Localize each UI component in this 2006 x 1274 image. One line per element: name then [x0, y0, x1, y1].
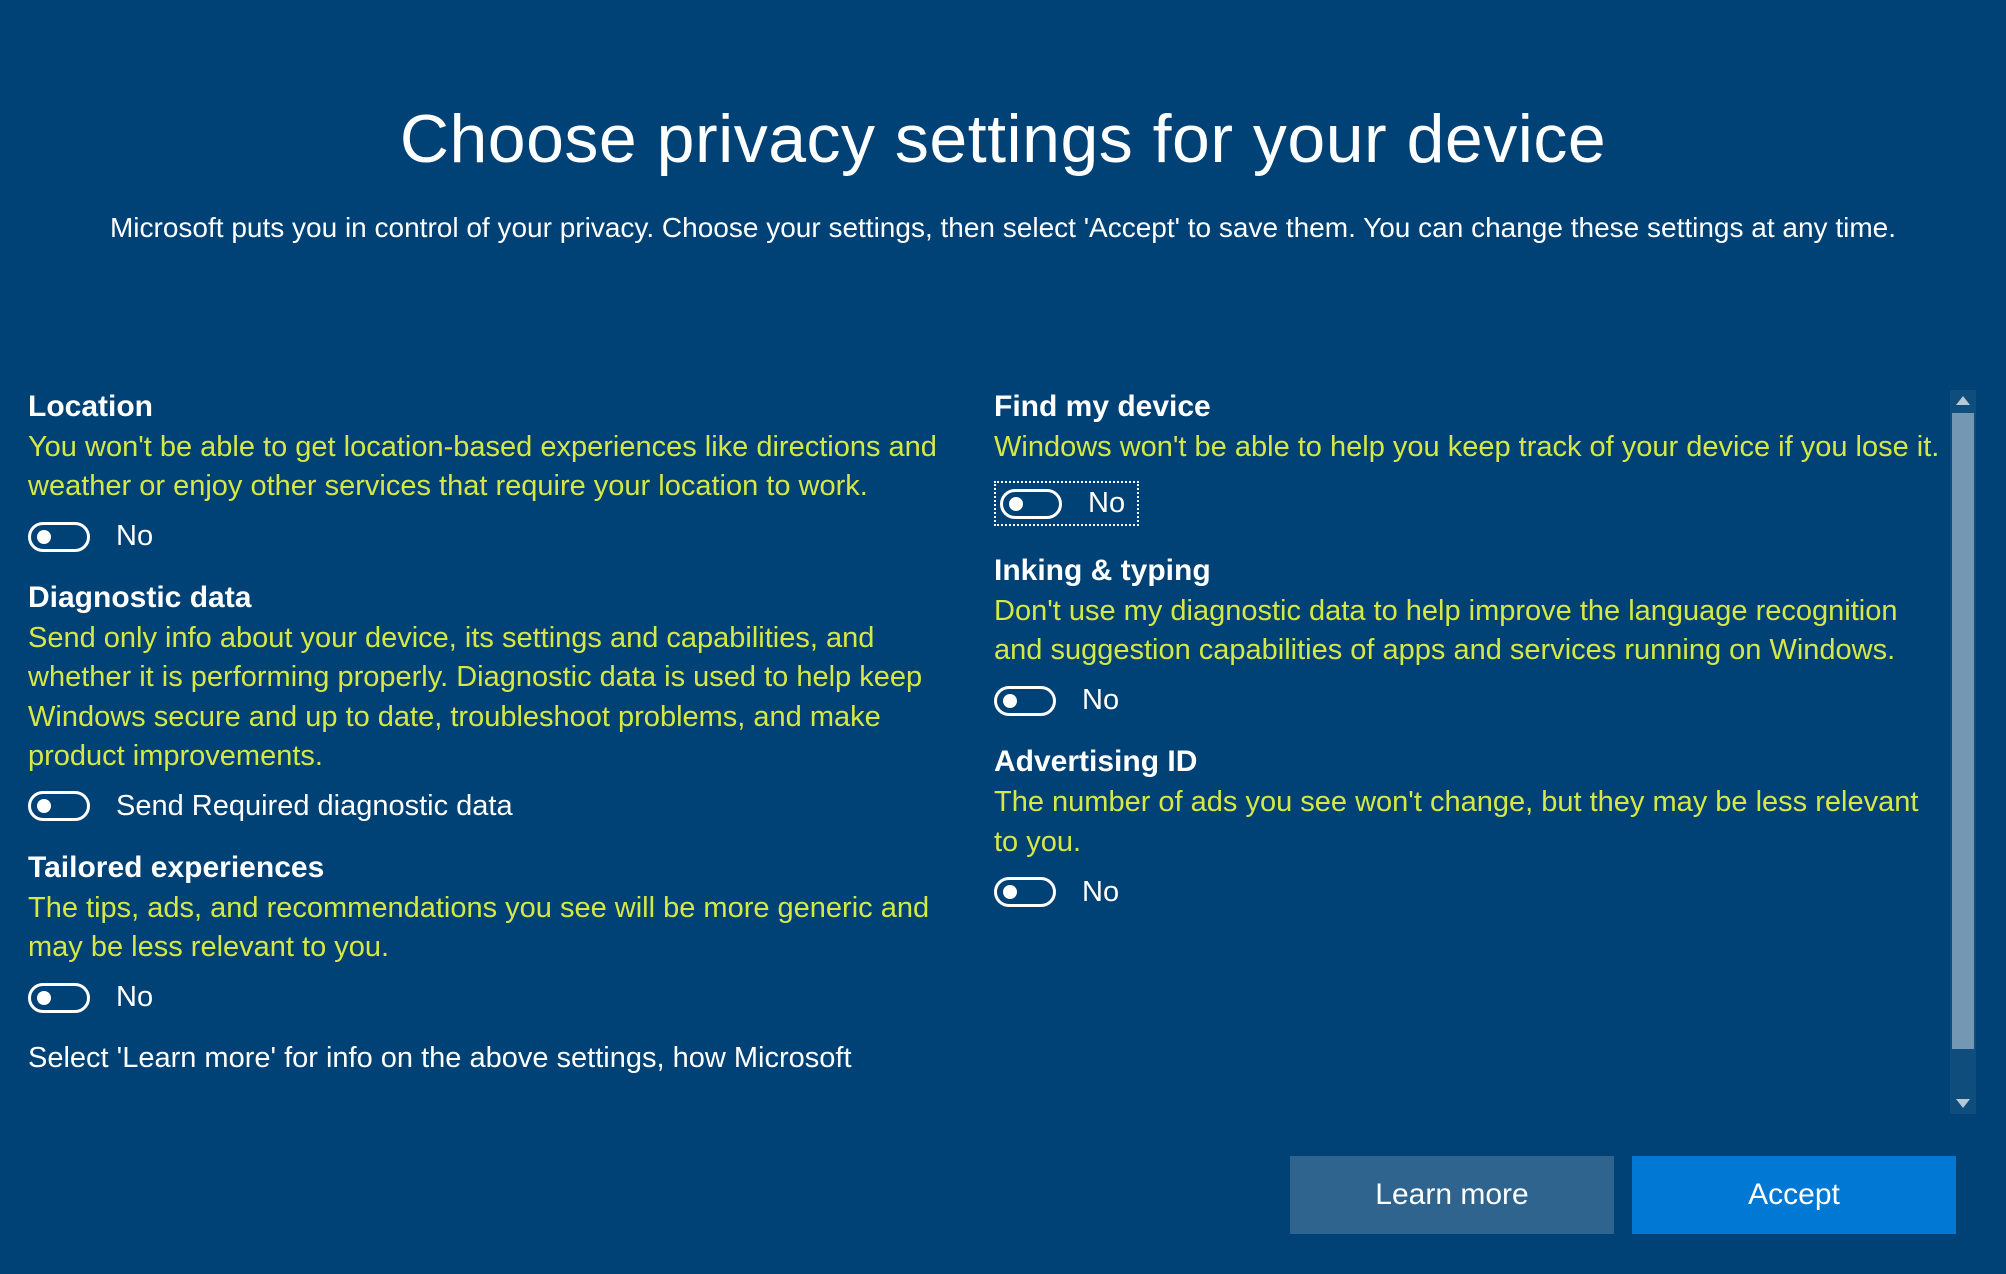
setting-location: Location You won't be able to get locati… — [28, 390, 974, 553]
setting-advertising: Advertising ID The number of ads you see… — [994, 745, 1940, 908]
setting-advertising-toggle-row: No — [994, 876, 1940, 909]
chevron-down-icon[interactable] — [1956, 1099, 1970, 1108]
right-column: Find my device Windows won't be able to … — [994, 390, 1940, 1114]
setting-tailored-title: Tailored experiences — [28, 851, 974, 885]
scrollbar[interactable] — [1950, 390, 1976, 1114]
setting-location-title: Location — [28, 390, 974, 424]
setting-find-device-title: Find my device — [994, 390, 1940, 424]
setting-advertising-desc: The number of ads you see won't change, … — [994, 783, 1940, 861]
setting-tailored: Tailored experiences The tips, ads, and … — [28, 851, 974, 1014]
accept-button[interactable]: Accept — [1632, 1156, 1956, 1234]
toggle-knob-icon — [1009, 497, 1023, 511]
toggle-diagnostic-label: Send Required diagnostic data — [116, 790, 513, 823]
toggle-diagnostic[interactable] — [28, 791, 90, 821]
toggle-find-device-label: No — [1088, 487, 1125, 520]
chevron-up-icon[interactable] — [1956, 396, 1970, 405]
toggle-knob-icon — [37, 991, 51, 1005]
toggle-knob-icon — [37, 530, 51, 544]
setting-tailored-desc: The tips, ads, and recommendations you s… — [28, 889, 974, 967]
toggle-location[interactable] — [28, 522, 90, 552]
setting-inking-title: Inking & typing — [994, 554, 1940, 588]
setting-location-toggle-row: No — [28, 520, 974, 553]
toggle-inking[interactable] — [994, 686, 1056, 716]
setting-inking: Inking & typing Don't use my diagnostic … — [994, 554, 1940, 717]
learn-more-button[interactable]: Learn more — [1290, 1156, 1614, 1234]
toggle-tailored-label: No — [116, 981, 153, 1014]
setting-find-device: Find my device Windows won't be able to … — [994, 390, 1940, 526]
page-title: Choose privacy settings for your device — [60, 100, 1946, 178]
setting-diagnostic-title: Diagnostic data — [28, 581, 974, 615]
toggle-advertising-label: No — [1082, 876, 1119, 909]
setting-diagnostic: Diagnostic data Send only info about you… — [28, 581, 974, 823]
toggle-inking-label: No — [1082, 684, 1119, 717]
setting-location-desc: You won't be able to get location-based … — [28, 428, 974, 506]
header: Choose privacy settings for your device … — [0, 0, 2006, 249]
settings-scroll-area: Location You won't be able to get locati… — [28, 390, 1976, 1114]
toggle-location-label: No — [116, 520, 153, 553]
learn-more-hint: Select 'Learn more' for info on the abov… — [28, 1042, 974, 1075]
toggle-find-device[interactable] — [1000, 489, 1062, 519]
footer-buttons: Learn more Accept — [1290, 1156, 1956, 1234]
focused-toggle-outline: No — [994, 481, 1139, 526]
setting-tailored-toggle-row: No — [28, 981, 974, 1014]
left-column: Location You won't be able to get locati… — [28, 390, 974, 1114]
scrollbar-thumb[interactable] — [1952, 413, 1974, 1049]
setting-diagnostic-desc: Send only info about your device, its se… — [28, 619, 974, 776]
settings-columns: Location You won't be able to get locati… — [28, 390, 1950, 1114]
setting-inking-desc: Don't use my diagnostic data to help imp… — [994, 592, 1940, 670]
toggle-tailored[interactable] — [28, 983, 90, 1013]
setting-find-device-desc: Windows won't be able to help you keep t… — [994, 428, 1940, 467]
page-subtitle: Microsoft puts you in control of your pr… — [73, 208, 1933, 249]
setting-diagnostic-toggle-row: Send Required diagnostic data — [28, 790, 974, 823]
setting-advertising-title: Advertising ID — [994, 745, 1940, 779]
toggle-advertising[interactable] — [994, 877, 1056, 907]
toggle-knob-icon — [1003, 694, 1017, 708]
toggle-knob-icon — [37, 799, 51, 813]
setting-inking-toggle-row: No — [994, 684, 1940, 717]
toggle-knob-icon — [1003, 885, 1017, 899]
